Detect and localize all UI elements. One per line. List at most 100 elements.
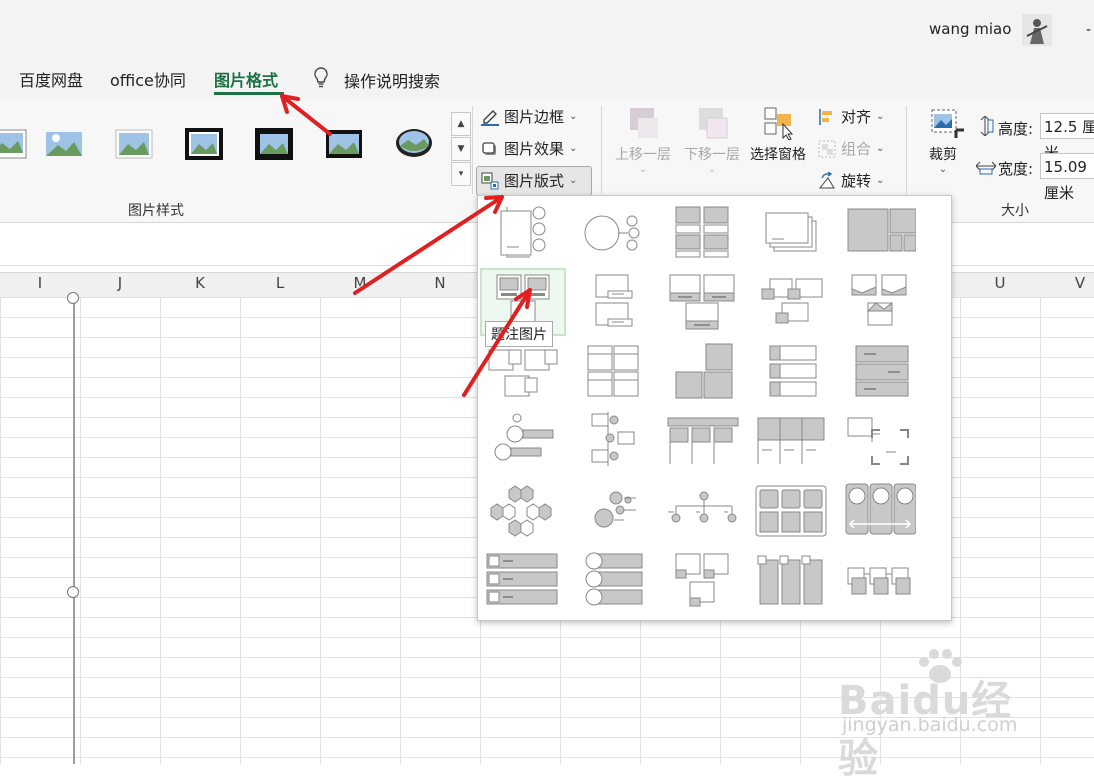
picture-style-thumb[interactable] xyxy=(394,126,434,162)
layout-option[interactable] xyxy=(664,273,740,331)
tab-office-collab[interactable]: office协同 xyxy=(110,67,186,91)
layout-option[interactable] xyxy=(485,203,561,261)
layout-option[interactable] xyxy=(840,273,916,331)
column-header[interactable]: K xyxy=(160,274,240,292)
layout-tooltip: 题注图片 xyxy=(485,321,553,347)
rotate-button[interactable]: 旋转 ⌄ xyxy=(818,170,884,191)
resize-handle[interactable] xyxy=(67,586,79,598)
selection-pane-icon xyxy=(761,106,795,141)
bring-forward-button[interactable]: 上移一层 ⌄ xyxy=(611,106,675,175)
send-backward-label: 下移一层 xyxy=(684,147,740,163)
user-avatar[interactable] xyxy=(1022,14,1052,46)
group-separator xyxy=(906,106,907,194)
picture-style-thumb[interactable] xyxy=(44,126,84,162)
layout-option[interactable] xyxy=(578,273,654,331)
gallery-scroll-up[interactable]: ▲ xyxy=(451,112,471,136)
column-header[interactable]: U xyxy=(960,274,1040,292)
height-input[interactable]: 12.5 厘米 xyxy=(1040,113,1094,162)
width-input[interactable]: 15.09 厘米 xyxy=(1040,153,1094,202)
layout-option[interactable] xyxy=(578,410,654,468)
column-header[interactable]: L xyxy=(240,274,320,292)
watermark: Baidu经验 jingyan.baidu.com xyxy=(838,648,1038,782)
effects-icon xyxy=(481,140,499,158)
selection-pane-button[interactable]: 选择窗格 xyxy=(746,106,810,164)
bring-forward-label: 上移一层 xyxy=(615,147,671,163)
column-header[interactable]: V xyxy=(1040,274,1094,292)
rotate-icon xyxy=(818,170,836,190)
layout-option[interactable] xyxy=(664,480,740,538)
picture-border-label: 图片边框 xyxy=(504,108,565,126)
tab-baidu-netdisk[interactable]: 百度网盘 xyxy=(19,67,83,91)
group-icon xyxy=(818,140,836,158)
layout-option[interactable] xyxy=(752,342,828,400)
group-label-picture-styles: 图片样式 xyxy=(128,203,184,219)
picture-style-thumb[interactable] xyxy=(324,126,364,162)
align-label: 对齐 xyxy=(841,108,872,126)
layout-option[interactable] xyxy=(485,342,561,400)
lightbulb-icon xyxy=(312,66,330,92)
align-button[interactable]: 对齐 ⌄ xyxy=(818,106,884,127)
column-header[interactable]: N xyxy=(400,274,480,292)
picture-layout-button[interactable]: 图片版式 ⌄ xyxy=(481,170,577,191)
group-label-size: 大小 xyxy=(1001,203,1029,219)
send-backward-icon xyxy=(695,106,729,140)
picture-layout-label: 图片版式 xyxy=(504,172,565,190)
tell-me-search[interactable]: 操作说明搜索 xyxy=(344,68,440,92)
layout-option[interactable] xyxy=(578,203,654,261)
layout-option[interactable] xyxy=(485,550,561,608)
layout-option[interactable] xyxy=(752,273,828,331)
tab-picture-format[interactable]: 图片格式 xyxy=(214,67,278,91)
crop-icon xyxy=(926,106,964,140)
crop-button[interactable]: 裁剪 ⌄ xyxy=(920,106,966,175)
layout-option[interactable] xyxy=(485,410,561,468)
picture-effects-label: 图片效果 xyxy=(504,140,565,158)
picture-effects-button[interactable]: 图片效果 ⌄ xyxy=(481,138,577,159)
column-header[interactable]: J xyxy=(80,274,160,292)
layout-option[interactable] xyxy=(578,342,654,400)
gallery-scroll-down[interactable]: ▼ xyxy=(451,137,471,161)
send-backward-button[interactable]: 下移一层 ⌄ xyxy=(680,106,744,175)
layout-option[interactable] xyxy=(840,203,917,261)
layout-option[interactable] xyxy=(752,550,828,608)
layout-icon xyxy=(481,172,499,190)
width-icon xyxy=(975,157,997,179)
column-header[interactable]: M xyxy=(320,274,400,292)
height-icon xyxy=(976,115,994,140)
layout-option[interactable] xyxy=(664,203,740,261)
picture-style-thumb[interactable] xyxy=(0,126,28,162)
picture-border-button[interactable]: 图片边框 ⌄ xyxy=(481,106,577,127)
picture-style-thumb[interactable] xyxy=(184,126,224,162)
picture-style-thumb[interactable] xyxy=(114,126,154,162)
layout-option[interactable] xyxy=(752,203,828,261)
layout-option[interactable] xyxy=(840,550,916,608)
pencil-border-icon xyxy=(481,108,499,126)
active-tab-indicator xyxy=(214,92,284,95)
gallery-more[interactable]: ▾ xyxy=(451,162,471,186)
layout-option[interactable] xyxy=(664,410,740,468)
resize-handle[interactable] xyxy=(67,292,79,304)
layout-option[interactable] xyxy=(840,410,916,468)
layout-option[interactable] xyxy=(578,480,654,538)
group-separator xyxy=(472,106,473,194)
selected-picture-edge[interactable] xyxy=(73,297,75,764)
layout-option[interactable] xyxy=(664,342,740,400)
bring-forward-icon xyxy=(626,106,660,140)
height-label: 高度: xyxy=(998,120,1034,138)
width-label: 宽度: xyxy=(998,160,1034,178)
layout-option[interactable] xyxy=(485,480,561,538)
layout-option[interactable] xyxy=(578,550,654,608)
group-button[interactable]: 组合 ⌄ xyxy=(818,138,884,159)
layout-option[interactable] xyxy=(752,410,828,468)
layout-option[interactable] xyxy=(840,342,916,400)
layout-option[interactable] xyxy=(752,480,828,538)
layout-option[interactable] xyxy=(840,480,917,538)
column-header[interactable]: I xyxy=(0,274,80,292)
minimize-button[interactable]: - xyxy=(1086,22,1091,38)
watermark-url: jingyan.baidu.com xyxy=(842,714,1018,736)
user-name[interactable]: wang miao xyxy=(929,20,1011,38)
layout-option[interactable] xyxy=(664,550,740,608)
crop-label: 裁剪 xyxy=(929,147,957,163)
align-icon xyxy=(818,108,836,126)
picture-style-thumb[interactable] xyxy=(254,126,294,162)
rotate-label: 旋转 xyxy=(841,172,872,190)
